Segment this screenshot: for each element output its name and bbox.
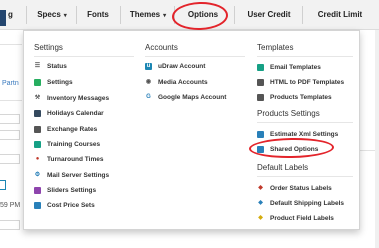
- menu-item-shared-options[interactable]: Shared Options: [257, 143, 318, 156]
- options-mega-menu: Settings ☰ Status Settings ⚒ Inventory Mes…: [23, 30, 360, 230]
- nav-item-credit-limit[interactable]: Credit Limit: [306, 0, 374, 30]
- menu-item-label: Product Field Labels: [270, 215, 334, 222]
- menu-item-order-status-labels[interactable]: ◆ Order Status Labels: [257, 182, 332, 195]
- money-icon: [34, 126, 41, 133]
- udraw-icon: u: [145, 63, 152, 70]
- caret-down-icon: ▾: [63, 13, 67, 19]
- wrench-icon: ⚒: [34, 95, 41, 101]
- nav-item-label: Fonts: [87, 10, 109, 19]
- menu-item-label: HTML to PDF Templates: [270, 79, 345, 86]
- products-settings-heading: Products Settings: [257, 109, 320, 118]
- nav-item-themes[interactable]: Themes ▾: [124, 0, 172, 30]
- field-icon: ◆: [258, 215, 263, 221]
- menu-item-label: Turnaround Times: [47, 156, 104, 163]
- menu-item-label: uDraw Account: [158, 63, 206, 70]
- cog-icon: ⚙: [34, 172, 41, 178]
- menu-item-products-templates[interactable]: Products Templates: [257, 91, 332, 104]
- calendar-icon: [34, 110, 41, 117]
- nav-item-user-credit[interactable]: User Credit: [238, 0, 300, 30]
- settings-heading: Settings: [34, 43, 63, 52]
- sliders-icon: [34, 187, 41, 194]
- input-fragment[interactable]: [0, 220, 20, 230]
- menu-item-label: Default Shipping Labels: [270, 200, 345, 207]
- menu-item-inventory-messages[interactable]: ⚒ Inventory Messages: [34, 92, 109, 105]
- google-icon: G: [146, 94, 151, 100]
- menu-item-label: Inventory Messages: [47, 95, 110, 102]
- menu-item-training-courses[interactable]: Training Courses: [34, 138, 100, 151]
- scrollbar[interactable]: [375, 30, 379, 248]
- top-navbar: g Specs ▾ Fonts Themes ▾ Options User Cred…: [0, 0, 379, 30]
- nav-item-label: Credit Limit: [317, 10, 363, 19]
- nav-item-label: Specs: [37, 10, 61, 19]
- menu-item-label: Settings: [47, 79, 73, 86]
- menu-item-label: Estimate Xml Settings: [270, 131, 339, 138]
- menu-item-google-maps-account[interactable]: G Google Maps Account: [145, 91, 226, 104]
- nav-item-label: User Credit: [247, 10, 291, 19]
- menu-item-cost-price-sets[interactable]: Cost Price Sets: [34, 199, 95, 212]
- nav-item-fonts[interactable]: Fonts: [80, 0, 116, 30]
- brand-stub: [0, 10, 6, 26]
- menu-item-label: Holidays Calendar: [47, 110, 104, 117]
- xml-icon: [257, 131, 264, 138]
- input-fragment[interactable]: [0, 130, 20, 140]
- film-icon: [34, 141, 41, 148]
- menu-item-holidays-calendar[interactable]: Holidays Calendar: [34, 107, 104, 120]
- nav-item-specs[interactable]: Specs ▾: [30, 0, 74, 30]
- menu-item-mail-server-settings[interactable]: ⚙ Mail Server Settings: [34, 169, 109, 182]
- menu-item-settings[interactable]: Settings: [34, 76, 73, 89]
- menu-item-sliders-settings[interactable]: Sliders Settings: [34, 184, 96, 197]
- menu-item-label: Sliders Settings: [47, 187, 97, 194]
- menu-item-default-shipping-labels[interactable]: ◆ Default Shipping Labels: [257, 197, 344, 210]
- menu-item-label: Order Status Labels: [270, 185, 332, 192]
- input-fragment[interactable]: [0, 114, 20, 124]
- partner-fragment[interactable]: Partn: [2, 80, 19, 87]
- menu-item-media-accounts[interactable]: ◉ Media Accounts: [145, 76, 208, 89]
- list-icon: ☰: [34, 63, 41, 69]
- caret-down-icon: ▾: [163, 13, 167, 19]
- nav-item-g[interactable]: g: [8, 0, 22, 30]
- menu-item-label: Media Accounts: [158, 79, 208, 86]
- button-fragment[interactable]: [0, 180, 6, 190]
- nav-item-label: g: [8, 10, 13, 19]
- menu-item-label: Google Maps Account: [158, 94, 227, 101]
- default-labels-heading: Default Labels: [257, 163, 309, 172]
- product-icon: [257, 94, 264, 101]
- menu-item-label: Email Templates: [270, 64, 321, 71]
- accounts-heading: Accounts: [145, 43, 178, 52]
- media-icon: ◉: [145, 79, 152, 85]
- menu-item-udraw-account[interactable]: u uDraw Account: [145, 60, 205, 73]
- menu-item-label: Status: [47, 63, 67, 70]
- menu-item-label: Mail Server Settings: [47, 172, 110, 179]
- time-fragment: 59 PM: [0, 202, 21, 209]
- shipping-icon: ◆: [258, 200, 263, 206]
- menu-item-label: Exchange Rates: [47, 126, 98, 133]
- menu-item-html-to-pdf-templates[interactable]: HTML to PDF Templates: [257, 76, 344, 89]
- gear-icon: [34, 79, 41, 86]
- menu-item-label: Products Templates: [270, 94, 332, 101]
- nav-item-label: Themes: [129, 10, 161, 19]
- menu-item-exchange-rates[interactable]: Exchange Rates: [34, 123, 97, 136]
- shared-icon: [257, 146, 264, 153]
- tag-icon: ◆: [258, 185, 263, 191]
- menu-item-turnaround-times[interactable]: ● Turnaround Times: [34, 153, 104, 166]
- menu-item-label: Cost Price Sets: [47, 202, 95, 209]
- menu-item-estimate-xml-settings[interactable]: Estimate Xml Settings: [257, 128, 338, 141]
- nav-item-options[interactable]: Options: [178, 0, 228, 30]
- menu-item-label: Training Courses: [47, 141, 101, 148]
- pdf-icon: [257, 79, 264, 86]
- menu-item-status[interactable]: ☰ Status: [34, 60, 67, 73]
- menu-item-email-templates[interactable]: Email Templates: [257, 61, 321, 74]
- menu-item-label: Shared Options: [270, 146, 319, 153]
- input-fragment[interactable]: [0, 154, 20, 164]
- clock-icon: ●: [35, 156, 40, 162]
- price-icon: [34, 202, 41, 209]
- menu-item-product-field-labels[interactable]: ◆ Product Field Labels: [257, 212, 334, 225]
- nav-item-label: Options: [187, 10, 219, 19]
- templates-heading: Templates: [257, 43, 294, 52]
- email-icon: [257, 64, 264, 71]
